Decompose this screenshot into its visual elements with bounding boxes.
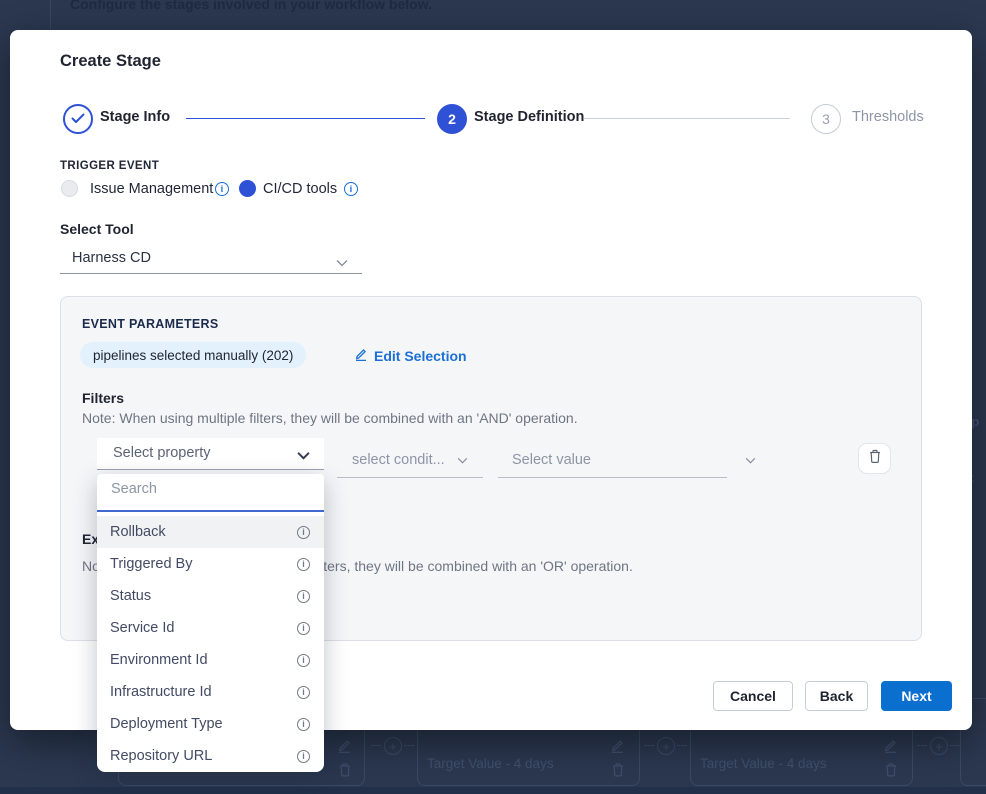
step-3-circle[interactable]: 3 [811,104,841,134]
filters-note: Note: When using multiple filters, they … [82,410,578,426]
workflow-card-label: Target Value - 4 days [700,756,827,771]
connector-dash [917,745,927,746]
info-icon[interactable] [297,590,310,603]
condition-select[interactable]: select condit... [352,452,468,468]
step-2-number: 2 [448,111,456,127]
edit-selection-link[interactable]: Edit Selection [354,347,467,364]
info-icon[interactable] [297,558,310,571]
selection-pill: pipelines selected manually (202) [80,342,306,368]
step-2-label: Stage Definition [474,109,584,125]
option-label: Deployment Type [110,716,297,732]
edit-selection-label: Edit Selection [374,348,467,364]
step-1-circle[interactable] [63,104,93,134]
step-3-number: 3 [822,111,830,127]
info-icon[interactable] [215,182,229,196]
plus-icon: + [930,737,948,755]
backdrop-subtitle: Configure the stages involved in your wo… [70,0,432,12]
condition-select-underline [337,477,483,478]
connector-dash [404,745,414,746]
modal-title: Create Stage [60,52,161,71]
dropdown-option-list: Rollback Triggered By Status Service Id … [97,516,324,772]
option-label: Environment Id [110,652,297,668]
value-select[interactable]: Select value [512,452,756,468]
value-select-underline [498,477,727,478]
connector-dash [950,745,960,746]
info-icon[interactable] [297,750,310,763]
info-icon[interactable] [297,686,310,699]
option-label: Infrastructure Id [110,684,297,700]
connector-dash [644,745,654,746]
plus-icon: + [384,737,402,755]
info-icon[interactable] [297,718,310,731]
dropdown-option-deployment-type[interactable]: Deployment Type [97,708,324,740]
dropdown-option-environment-id[interactable]: Environment Id [97,644,324,676]
chevron-down-icon [336,254,348,272]
radio-cicd-tools-label[interactable]: CI/CD tools [263,181,337,197]
step-2-circle[interactable]: 2 [437,104,467,134]
connector-dash [371,745,381,746]
info-icon[interactable] [297,526,310,539]
workflow-card-label: Target Value - 4 days [427,756,554,771]
delete-filter-button[interactable] [858,443,891,474]
info-icon[interactable] [297,622,310,635]
info-icon[interactable] [297,654,310,667]
next-button[interactable]: Next [881,681,952,711]
backdrop-divider [50,0,51,30]
edit-pencil-icon [610,738,625,758]
radio-issue-management-label[interactable]: Issue Management [90,181,213,197]
dropdown-option-infrastructure-id[interactable]: Infrastructure Id [97,676,324,708]
radio-issue-management[interactable] [61,180,78,197]
option-label: Repository URL [110,748,297,764]
connector-dash [677,745,687,746]
value-select-placeholder: Select value [512,452,591,468]
step-1-label[interactable]: Stage Info [100,109,170,125]
option-label: Triggered By [110,556,297,572]
property-dropdown-popup: Rollback Triggered By Status Service Id … [97,474,324,772]
condition-select-placeholder: select condit... [352,452,445,468]
edit-pencil-icon [883,738,898,758]
trash-icon [338,762,352,783]
option-label: Rollback [110,524,297,540]
back-button[interactable]: Back [805,681,868,711]
chevron-down-icon [745,452,756,468]
dropdown-option-triggered-by[interactable]: Triggered By [97,548,324,580]
tool-select-value: Harness CD [72,250,151,266]
backdrop-footer-strip [0,787,986,794]
stepper-connector [584,118,790,119]
radio-cicd-tools[interactable] [239,180,256,197]
option-label: Service Id [110,620,297,636]
edit-pencil-icon [354,347,368,364]
edit-pencil-icon [337,738,352,758]
dropdown-option-repository-url[interactable]: Repository URL [97,740,324,772]
chevron-down-icon [457,452,468,468]
property-select-placeholder: Select property [113,445,211,461]
cancel-button[interactable]: Cancel [713,681,793,711]
option-label: Status [110,588,297,604]
filters-heading: Filters [82,390,124,406]
dropdown-option-service-id[interactable]: Service Id [97,612,324,644]
info-icon[interactable] [344,182,358,196]
trash-icon [884,762,898,783]
dropdown-search-row [97,474,324,512]
trash-icon [611,762,625,783]
tool-select[interactable]: Harness CD [60,246,362,274]
plus-icon: + [657,737,675,755]
trigger-event-label: TRIGGER EVENT [60,160,159,172]
property-select[interactable]: Select property [97,438,324,470]
dropdown-option-status[interactable]: Status [97,580,324,612]
chevron-down-icon [297,447,310,465]
dropdown-option-rollback[interactable]: Rollback [97,516,324,548]
select-tool-label: Select Tool [60,221,134,237]
search-input[interactable] [111,481,301,497]
event-parameters-heading: EVENT PARAMETERS [82,317,219,331]
trash-icon [868,449,882,469]
check-icon [71,111,85,127]
step-3-label: Thresholds [852,109,924,125]
stepper-connector [186,118,425,119]
